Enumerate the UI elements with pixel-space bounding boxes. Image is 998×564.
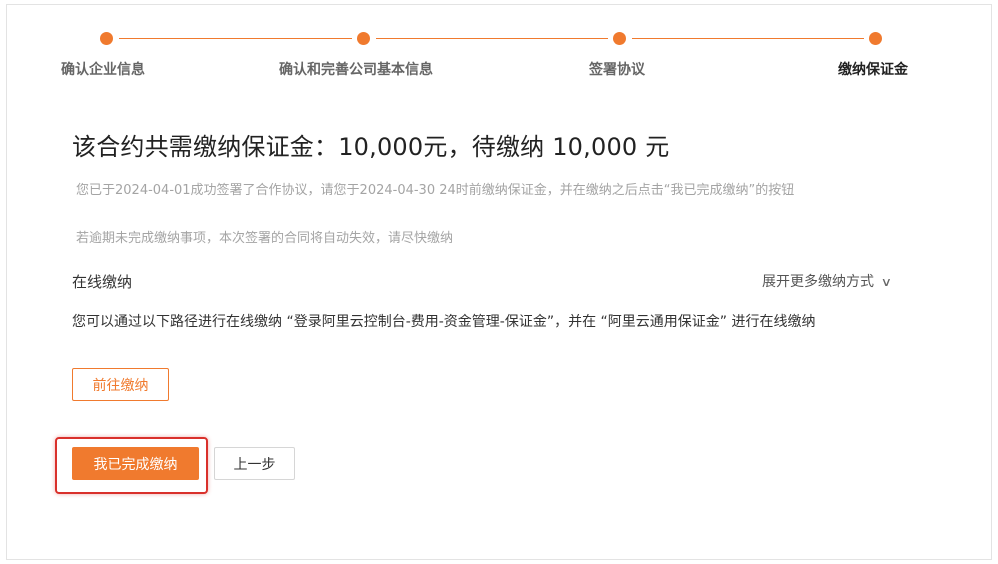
previous-step-button[interactable]: 上一步 <box>214 447 295 480</box>
step-label-sign-agreement: 签署协议 <box>589 62 645 78</box>
expand-payment-methods[interactable]: 展开更多缴纳方式 ∨ <box>762 271 893 291</box>
step-connector-1 <box>119 38 352 39</box>
deadline-note: 您已于2024-04-01成功签署了合作协议，请您于2024-04-30 24时… <box>76 183 795 198</box>
chevron-down-icon: ∨ <box>880 275 893 289</box>
step-label-pay-deposit: 缴纳保证金 <box>838 62 908 78</box>
page-title: 该合约共需缴纳保证金：10,000元，待缴纳 10,000 元 <box>72 133 670 161</box>
step-dot-4 <box>869 32 882 45</box>
step-label-confirm-company: 确认企业信息 <box>61 62 145 78</box>
payment-completed-button[interactable]: 我已完成缴纳 <box>72 447 199 480</box>
step-connector-3 <box>632 38 864 39</box>
payment-path-instructions: 您可以通过以下路径进行在线缴纳 “登录阿里云控制台-费用-资金管理-保证金”，并… <box>72 314 816 330</box>
expand-payment-methods-label: 展开更多缴纳方式 <box>762 274 874 290</box>
step-connector-2 <box>376 38 608 39</box>
step-dot-3 <box>613 32 626 45</box>
online-payment-heading: 在线缴纳 <box>72 273 133 291</box>
progress-steps: 确认企业信息 确认和完善公司基本信息 签署协议 缴纳保证金 <box>0 0 998 90</box>
expiry-warning: 若逾期未完成缴纳事项，本次签署的合同将自动失效，请尽快缴纳 <box>76 231 454 246</box>
step-label-company-info: 确认和完善公司基本信息 <box>279 62 433 78</box>
go-to-pay-button[interactable]: 前往缴纳 <box>72 368 169 401</box>
step-dot-2 <box>357 32 370 45</box>
step-dot-1 <box>100 32 113 45</box>
